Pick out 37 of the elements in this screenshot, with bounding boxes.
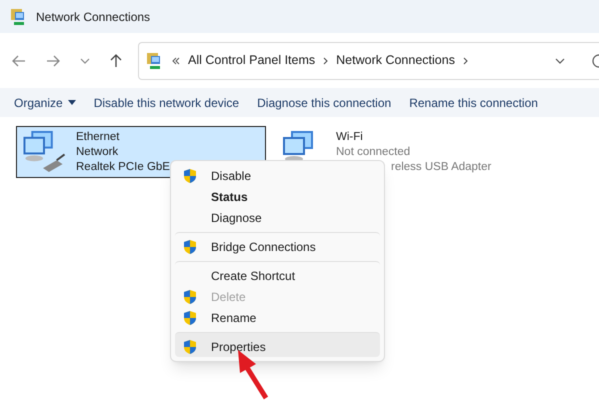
toolbar-button[interactable]: Diagnose this connection xyxy=(253,90,396,114)
dropdown-caret-icon xyxy=(68,100,76,105)
toolbar-button[interactable]: Disable this network device xyxy=(90,90,244,114)
breadcrumb-link[interactable]: Network Connections xyxy=(336,51,455,70)
menu-item[interactable]: Diagnose xyxy=(175,207,380,228)
menu-item[interactable]: Bridge Connections xyxy=(175,232,380,257)
forward-arrow-icon[interactable] xyxy=(46,54,60,66)
shield-icon xyxy=(183,168,197,184)
chevron-down-icon[interactable] xyxy=(555,58,565,64)
shield-icon xyxy=(183,310,197,326)
connection-name: Ethernet xyxy=(76,130,120,145)
toolbar-button[interactable]: Rename this connection xyxy=(405,90,542,114)
chevron-right-icon[interactable] xyxy=(462,56,468,64)
address-bar[interactable]: All Control Panel Items Network Connections xyxy=(138,42,599,80)
back-arrow-icon[interactable] xyxy=(12,54,26,66)
menu-item[interactable]: Create Shortcut xyxy=(175,261,380,286)
menu-item[interactable]: Status xyxy=(175,186,380,207)
organize-menu-button[interactable]: Organize xyxy=(10,90,80,114)
shield-icon xyxy=(183,238,197,254)
chevron-down-icon[interactable] xyxy=(80,58,90,64)
double-chevron-left-icon[interactable] xyxy=(172,56,180,64)
adapter-name: Realtek PCIe GbE xyxy=(76,160,170,175)
computer-icon xyxy=(282,130,314,163)
computer-with-cable-icon xyxy=(22,130,66,172)
connection-status: Not connected xyxy=(336,145,412,160)
menu-item[interactable]: Rename xyxy=(175,307,380,328)
breadcrumb-link[interactable]: All Control Panel Items xyxy=(188,51,316,70)
connection-name: Wi-Fi xyxy=(336,130,364,145)
window-title: Network Connections xyxy=(36,8,150,26)
refresh-icon[interactable] xyxy=(591,54,599,68)
shield-icon xyxy=(183,288,197,304)
up-arrow-icon[interactable] xyxy=(110,54,122,68)
chevron-right-icon[interactable] xyxy=(323,56,328,64)
connection-status: Network xyxy=(76,145,120,160)
adapter-name: reless USB Adapter xyxy=(390,160,492,175)
shield-icon xyxy=(183,338,197,354)
menu-item[interactable]: Properties xyxy=(175,332,380,357)
